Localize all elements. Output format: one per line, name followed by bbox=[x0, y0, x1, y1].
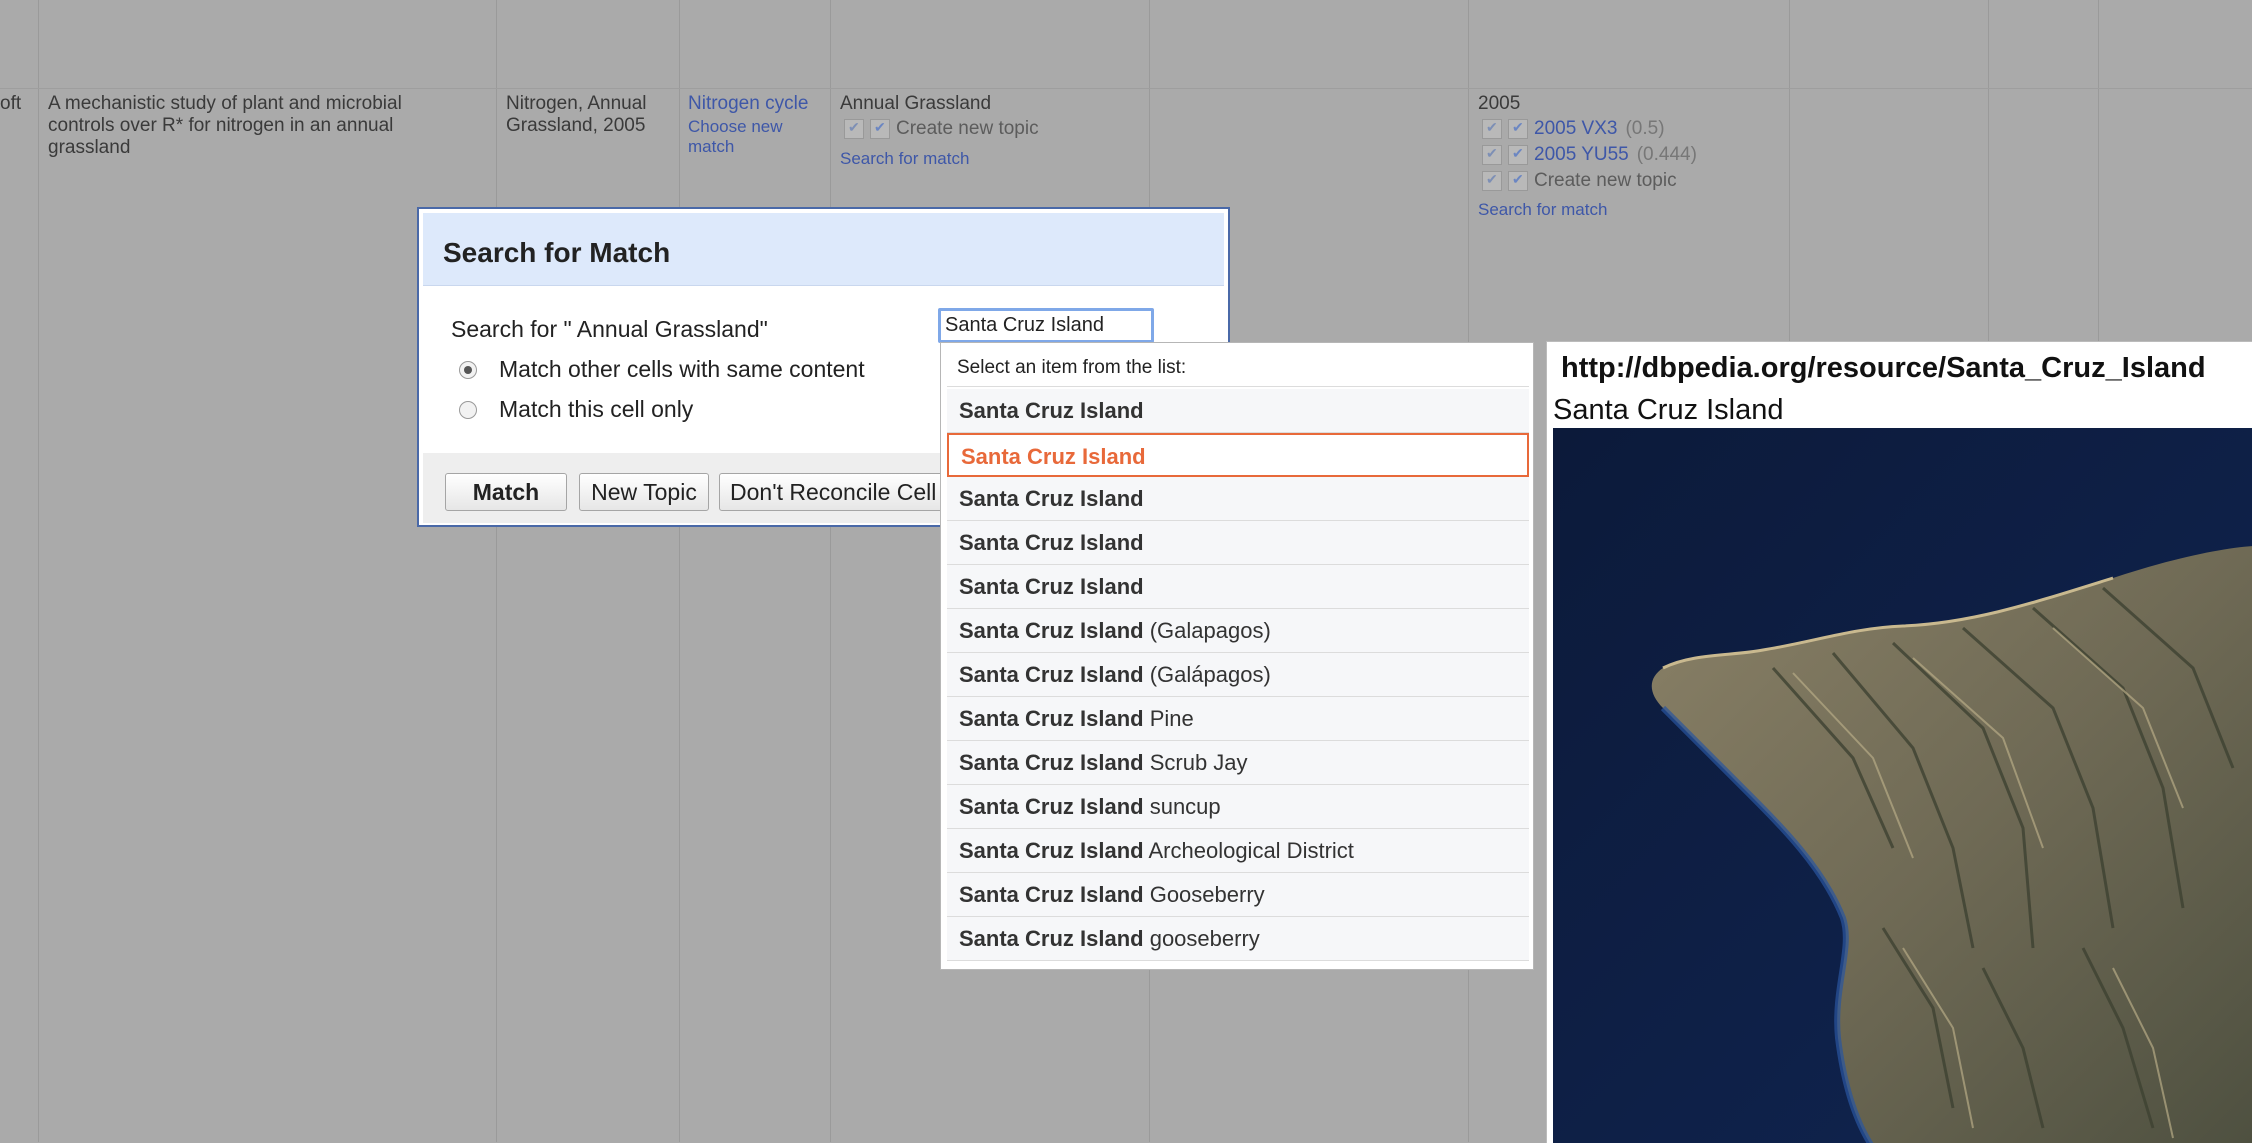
match-check-icon[interactable] bbox=[1482, 119, 1502, 139]
search-input[interactable] bbox=[938, 308, 1154, 343]
suggestion-item-suffix: Scrub Jay bbox=[1143, 750, 1248, 775]
new-topic-button[interactable]: New Topic bbox=[579, 473, 709, 511]
suggestion-item-match: Santa Cruz Island bbox=[959, 662, 1144, 687]
suggestion-item-match: Santa Cruz Island bbox=[959, 486, 1144, 511]
search-for-match-link[interactable]: Search for match bbox=[840, 149, 969, 169]
candidate-score: (0.444) bbox=[1636, 144, 1697, 165]
choose-new-match-link[interactable]: Choose new match bbox=[688, 117, 803, 157]
search-for-match-link[interactable]: Search for match bbox=[1478, 200, 1607, 220]
suggestion-item[interactable]: Santa Cruz Island Gooseberry bbox=[947, 873, 1529, 917]
create-new-topic-row: Create new topic bbox=[844, 116, 1039, 142]
column-divider bbox=[38, 0, 39, 1142]
suggestion-item-match: Santa Cruz Island bbox=[959, 398, 1144, 423]
row-divider bbox=[0, 88, 2252, 89]
preview-url: http://dbpedia.org/resource/Santa_Cruz_I… bbox=[1561, 352, 2206, 384]
suggestion-item[interactable]: Santa Cruz Island (Galápagos) bbox=[947, 653, 1529, 697]
match-all-check-icon[interactable] bbox=[1508, 119, 1528, 139]
suggestion-item[interactable]: Santa Cruz Island Pine bbox=[947, 697, 1529, 741]
suggestion-item-match: Santa Cruz Island bbox=[959, 882, 1144, 907]
create-new-topic-label: Create new topic bbox=[896, 118, 1039, 139]
suggestion-item-match: Santa Cruz Island bbox=[959, 530, 1144, 555]
suggestion-item[interactable]: Santa Cruz Island suncup bbox=[947, 785, 1529, 829]
match-check-icon[interactable] bbox=[1482, 171, 1502, 191]
column-divider bbox=[679, 0, 680, 1142]
create-new-topic-label: Create new topic bbox=[1534, 170, 1677, 191]
suggestion-item-suffix: suncup bbox=[1143, 794, 1221, 819]
cell-nitrogen: Nitrogen cycle Choose new match bbox=[688, 93, 823, 157]
match-check-icon[interactable] bbox=[844, 119, 864, 139]
cell-annual-grassland: Annual Grassland bbox=[840, 93, 1140, 115]
suggestion-item[interactable]: Santa Cruz Island bbox=[947, 565, 1529, 609]
column-divider bbox=[830, 0, 831, 1142]
suggestion-item-match: Santa Cruz Island bbox=[959, 706, 1144, 731]
suggestion-list: Santa Cruz Island Santa Cruz Island Santa … bbox=[947, 389, 1529, 961]
search-for-label: Search for " Annual Grassland" bbox=[451, 316, 768, 342]
suggestion-header: Select an item from the list: bbox=[947, 349, 1529, 387]
suggestion-item-match: Santa Cruz Island bbox=[959, 574, 1144, 599]
suggestion-item[interactable]: Santa Cruz Island bbox=[947, 521, 1529, 565]
suggestion-item-match: Santa Cruz Island bbox=[959, 618, 1144, 643]
suggestion-item[interactable]: Santa Cruz Island gooseberry bbox=[947, 917, 1529, 961]
suggestion-item-suffix: gooseberry bbox=[1143, 926, 1260, 951]
suggestion-item-suffix: Gooseberry bbox=[1143, 882, 1265, 907]
suggestion-item-match: Santa Cruz Island bbox=[961, 444, 1146, 469]
suggestion-item[interactable]: Santa Cruz Island bbox=[947, 389, 1529, 433]
radio-same-content[interactable] bbox=[459, 360, 477, 379]
preview-name: Santa Cruz Island bbox=[1553, 394, 1784, 426]
cell-value: Annual Grassland bbox=[840, 93, 992, 114]
column-divider bbox=[496, 0, 497, 1142]
match-all-check-icon[interactable] bbox=[1508, 171, 1528, 191]
suggestion-item[interactable]: Santa Cruz Island bbox=[947, 477, 1529, 521]
candidate-link[interactable]: 2005 VX3 bbox=[1534, 118, 1617, 140]
dont-reconcile-button[interactable]: Don't Reconcile Cell bbox=[719, 473, 945, 511]
radio-this-cell-row[interactable]: Match this cell only bbox=[459, 396, 693, 423]
cell-row-fragment: oft bbox=[0, 93, 22, 114]
candidate-score: (0.5) bbox=[1625, 118, 1665, 139]
candidate-link[interactable]: 2005 YU55 bbox=[1534, 144, 1629, 166]
cell-description: A mechanistic study of plant and microbi… bbox=[48, 93, 402, 158]
suggestion-item[interactable]: Santa Cruz Island (Galapagos) bbox=[947, 609, 1529, 653]
cell-year: 2005 bbox=[1478, 93, 1521, 114]
suggestion-item-suffix: (Galapagos) bbox=[1143, 618, 1271, 643]
candidate-row: 2005 YU55 (0.444) bbox=[1482, 142, 1697, 168]
suggestion-item-match: Santa Cruz Island bbox=[959, 838, 1144, 863]
create-new-topic-row: Create new topic bbox=[1482, 168, 1677, 194]
suggestion-item[interactable]: Santa Cruz Island Scrub Jay bbox=[947, 741, 1529, 785]
island-satellite-image bbox=[1553, 428, 2252, 1143]
cell-keywords: Nitrogen, Annual Grassland, 2005 bbox=[506, 93, 647, 136]
dialog-title: Search for Match bbox=[443, 237, 671, 268]
radio-same-content-row[interactable]: Match other cells with same content bbox=[459, 356, 865, 383]
radio-same-content-label: Match other cells with same content bbox=[499, 356, 865, 382]
match-all-check-icon[interactable] bbox=[870, 119, 890, 139]
match-check-icon[interactable] bbox=[1482, 145, 1502, 165]
suggestion-item-match: Santa Cruz Island bbox=[959, 794, 1144, 819]
suggestion-item-match: Santa Cruz Island bbox=[959, 750, 1144, 775]
suggestion-item-suffix: Archeological District bbox=[1143, 838, 1354, 863]
candidate-row: 2005 VX3 (0.5) bbox=[1482, 116, 1665, 142]
dialog-header: Search for Match bbox=[423, 213, 1224, 286]
matched-topic-link[interactable]: Nitrogen cycle bbox=[688, 93, 823, 115]
radio-this-cell-label: Match this cell only bbox=[499, 396, 694, 422]
suggestion-dropdown: Select an item from the list: Santa Cruz… bbox=[940, 342, 1534, 970]
topic-preview-flyout: http://dbpedia.org/resource/Santa_Cruz_I… bbox=[1546, 341, 2252, 1143]
suggestion-item[interactable]: Santa Cruz Island bbox=[947, 433, 1529, 477]
suggestion-item[interactable]: Santa Cruz Island Archeological District bbox=[947, 829, 1529, 873]
suggestion-item-suffix: Pine bbox=[1143, 706, 1194, 731]
match-all-check-icon[interactable] bbox=[1508, 145, 1528, 165]
radio-this-cell[interactable] bbox=[459, 400, 477, 419]
match-button[interactable]: Match bbox=[445, 473, 567, 511]
suggestion-item-match: Santa Cruz Island bbox=[959, 926, 1144, 951]
suggestion-item-suffix: (Galápagos) bbox=[1143, 662, 1271, 687]
